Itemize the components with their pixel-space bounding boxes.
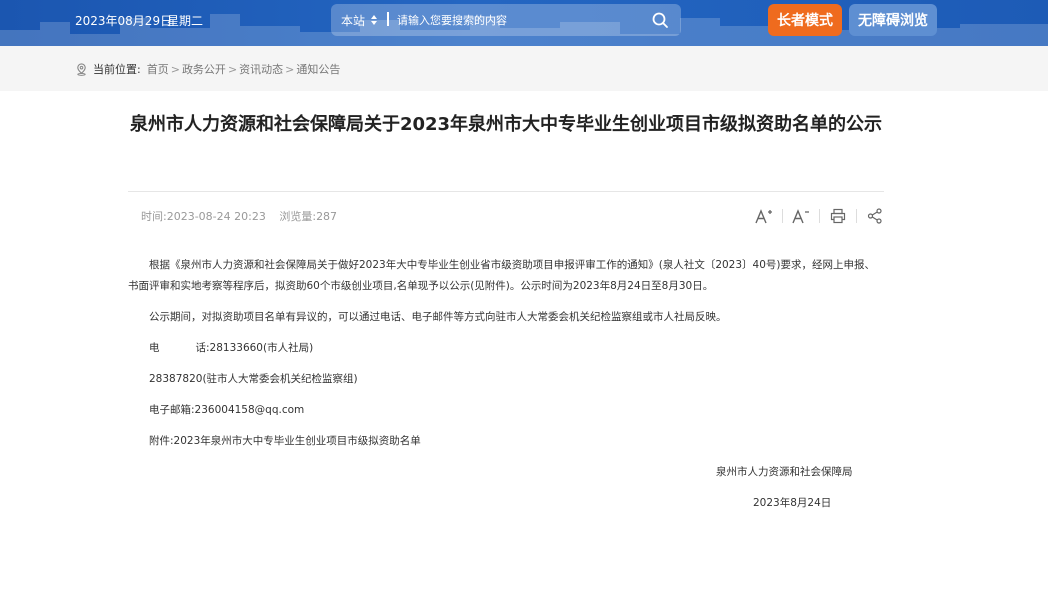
breadcrumb-separator: > bbox=[285, 62, 295, 76]
breadcrumb-news-link[interactable]: 资讯动态 bbox=[239, 61, 283, 77]
accessible-browse-button[interactable]: 无障碍浏览 bbox=[849, 4, 937, 36]
breadcrumb: 当前位置: 首页 > 政务公开 > 资讯动态 > 通知公告 bbox=[75, 61, 340, 77]
print-icon bbox=[830, 208, 846, 224]
search-box: 本站 bbox=[331, 4, 681, 36]
phone-label-char2: 话: bbox=[195, 342, 210, 354]
breadcrumb-notices-link[interactable]: 通知公告 bbox=[296, 61, 340, 77]
breadcrumb-bar: 当前位置: 首页 > 政务公开 > 资讯动态 > 通知公告 bbox=[0, 46, 1048, 91]
font-increase-button[interactable] bbox=[754, 206, 774, 226]
toolbar-divider bbox=[782, 209, 783, 223]
search-scope-select[interactable]: 本站 bbox=[341, 12, 365, 29]
publish-time: 2023-08-24 20:23 bbox=[166, 210, 266, 223]
toolbar-divider bbox=[819, 209, 820, 223]
elder-mode-button[interactable]: 长者模式 bbox=[768, 4, 842, 36]
font-increase-icon bbox=[755, 209, 772, 224]
scope-sort-icon[interactable] bbox=[369, 13, 379, 27]
phone-number-bureau: 28133660(市人社局) bbox=[209, 342, 314, 354]
share-icon bbox=[867, 208, 882, 224]
body-paragraph-objection: 公示期间，对拟资助项目名单有异议的，可以通过电话、电子邮件等方式向驻市人大常委会… bbox=[149, 311, 727, 323]
breadcrumb-separator: > bbox=[170, 62, 180, 76]
print-button[interactable] bbox=[828, 206, 848, 226]
font-decrease-button[interactable] bbox=[791, 206, 811, 226]
signature-organization: 泉州市人力资源和社会保障局 bbox=[716, 466, 853, 478]
contact-phone-supervision: 28387820(驻市人大常委会机关纪检监察组) bbox=[149, 373, 358, 385]
view-count-label: 浏览量: bbox=[279, 210, 317, 223]
current-date: 2023年08月29日 bbox=[75, 14, 173, 28]
breadcrumb-label: 当前位置: bbox=[93, 63, 141, 76]
breadcrumb-separator: > bbox=[227, 62, 238, 76]
publish-time-label: 时间: bbox=[141, 210, 167, 223]
phone-label-char1: 电 bbox=[149, 342, 160, 354]
article-meta: 时间:2023-08-24 20:23 浏览量:287 bbox=[141, 208, 347, 224]
signature-date: 2023年8月24日 bbox=[753, 497, 832, 509]
top-header-bar: 2023年08月29日 星期二 本站 长者模式 无障碍浏览 bbox=[0, 0, 1048, 46]
breadcrumb-home-link[interactable]: 首页 bbox=[147, 61, 169, 77]
current-weekday: 星期二 bbox=[167, 14, 204, 28]
breadcrumb-gov-open-link[interactable]: 政务公开 bbox=[182, 61, 226, 77]
title-divider bbox=[128, 191, 884, 192]
article-toolbar bbox=[754, 206, 885, 226]
share-button[interactable] bbox=[865, 206, 885, 226]
view-count: 287 bbox=[316, 210, 338, 223]
attachment-link[interactable]: 附件:2023年泉州市大中专毕业生创业项目市级拟资助名单 bbox=[149, 431, 421, 452]
contact-phone-line: 电 话:28133660(市人社局) bbox=[149, 338, 313, 359]
search-divider bbox=[387, 12, 389, 26]
font-decrease-icon bbox=[792, 209, 809, 224]
search-icon[interactable] bbox=[651, 11, 669, 29]
toolbar-divider bbox=[856, 209, 857, 223]
article-title: 泉州市人力资源和社会保障局关于2023年泉州市大中专毕业生创业项目市级拟资助名单… bbox=[129, 114, 883, 135]
search-input[interactable] bbox=[397, 10, 637, 30]
location-pin-icon bbox=[77, 62, 86, 76]
contact-email: 电子邮箱:236004158@qq.com bbox=[149, 404, 305, 416]
body-paragraph-intro: 根据《泉州市人力资源和社会保障局关于做好2023年大中专毕业生创业省市级资助项目… bbox=[128, 259, 875, 292]
